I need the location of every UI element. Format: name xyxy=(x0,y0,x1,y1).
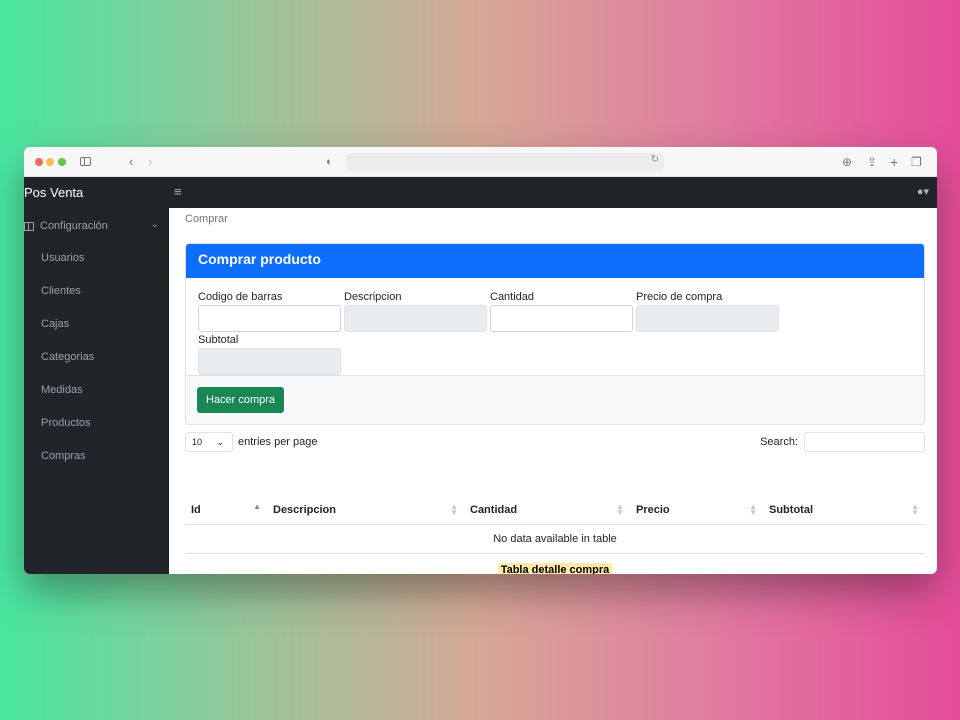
shield-icon: ◐ xyxy=(326,156,333,168)
sidebar-item-clientes[interactable]: Clientes xyxy=(24,275,169,308)
column-header-id[interactable]: Id ▲ xyxy=(185,496,267,525)
quantity-field-group: Cantidad xyxy=(490,290,633,332)
column-label: Cantidad xyxy=(470,503,518,516)
card-title: Comprar producto xyxy=(186,244,924,278)
sort-asc-icon: ▲ xyxy=(253,502,261,511)
sidebar-section-configuracion[interactable]: Configuración ⌄ xyxy=(24,217,169,235)
browser-window: ‹ › ◐ ↻ ⊕ ⇪ + ❐ Pos Venta ≡ ●▾ Configura… xyxy=(24,147,937,574)
empty-table-message: No data available in table xyxy=(185,524,925,554)
entries-value: 10 xyxy=(192,437,203,447)
table-caption-text: Tabla detalle compra xyxy=(497,562,613,574)
column-label: Descripcion xyxy=(273,503,336,516)
sort-icon: ▲ ▼ xyxy=(911,502,919,517)
card-footer: Hacer compra xyxy=(186,375,924,424)
user-menu-icon[interactable]: ●▾ xyxy=(917,185,929,198)
sidebar-item-categorias[interactable]: Categorias xyxy=(24,341,169,374)
quantity-input[interactable] xyxy=(490,305,633,332)
subtotal-input xyxy=(198,348,341,375)
back-icon[interactable]: ‹ xyxy=(129,153,133,171)
column-label: Subtotal xyxy=(769,503,813,516)
description-label: Descripcion xyxy=(344,291,402,303)
tabs-overview-icon[interactable]: ❐ xyxy=(911,153,922,171)
price-field-group: Precio de compra xyxy=(636,290,779,332)
search-label: Search: xyxy=(760,436,798,448)
sidebar-item-productos[interactable]: Productos xyxy=(24,407,169,440)
entries-label: entries per page xyxy=(238,436,318,448)
barcode-field-group: Codigo de barras xyxy=(198,290,341,332)
description-field-group: Descripcion xyxy=(344,290,487,332)
forward-icon[interactable]: › xyxy=(148,153,152,171)
browser-toolbar: ‹ › ◐ ↻ ⊕ ⇪ + ❐ xyxy=(24,147,937,177)
price-input xyxy=(636,305,779,332)
chevron-down-icon: ⌄ xyxy=(216,437,224,447)
new-tab-icon[interactable]: + xyxy=(890,153,898,171)
sidebar-item-compras[interactable]: Compras xyxy=(24,440,169,473)
quantity-label: Cantidad xyxy=(490,291,535,303)
maximize-window-button[interactable] xyxy=(58,158,66,166)
sort-icon: ▲ ▼ xyxy=(749,502,757,517)
chevron-down-icon: ⌄ xyxy=(150,219,159,230)
column-header-descripcion[interactable]: Descripcion ▲ ▼ xyxy=(267,496,464,525)
purchase-card: Comprar producto Codigo de barras Descri… xyxy=(185,243,925,425)
entries-per-page-select[interactable]: 10 ⌄ xyxy=(185,432,233,452)
top-navbar: Pos Venta ≡ ●▾ xyxy=(24,177,937,208)
hacer-compra-button[interactable]: Hacer compra xyxy=(197,387,284,413)
subtotal-field-group: Subtotal xyxy=(198,333,341,375)
close-window-button[interactable] xyxy=(35,158,43,166)
menu-toggle-icon[interactable]: ≡ xyxy=(174,184,182,199)
main-content: Comprar Comprar producto Codigo de barra… xyxy=(169,208,937,574)
table-icon xyxy=(24,221,34,231)
sort-icon: ▲ ▼ xyxy=(616,502,624,517)
barcode-label: Codigo de barras xyxy=(198,291,283,303)
brand-title[interactable]: Pos Venta xyxy=(24,185,169,200)
description-input xyxy=(344,305,487,332)
column-header-precio[interactable]: Precio ▲ ▼ xyxy=(630,496,763,525)
purchase-detail-table: Id ▲ Descripcion ▲▼ Cantidad ▲▼ Precio xyxy=(185,496,925,554)
column-label: Id xyxy=(191,503,201,516)
share-icon[interactable]: ⇪ xyxy=(867,153,877,171)
datatable-controls: 10 ⌄ entries per page Search: xyxy=(185,432,925,452)
sidebar-item-medidas[interactable]: Medidas xyxy=(24,374,169,407)
search-input[interactable] xyxy=(804,432,925,452)
breadcrumb: Comprar xyxy=(185,213,228,225)
download-icon[interactable]: ⊕ xyxy=(842,153,852,171)
reload-icon[interactable]: ↻ xyxy=(651,154,659,165)
sidebar-section-label: Configuración xyxy=(40,220,108,232)
column-header-cantidad[interactable]: Cantidad ▲ ▼ xyxy=(464,496,630,525)
sidebar: Configuración ⌄ Usuarios Clientes Cajas … xyxy=(24,208,169,574)
subtotal-label: Subtotal xyxy=(198,334,239,346)
address-bar[interactable]: ↻ xyxy=(346,153,664,171)
sort-icon: ▲ ▼ xyxy=(450,502,458,517)
sidebar-item-usuarios[interactable]: Usuarios xyxy=(24,242,169,275)
barcode-input[interactable] xyxy=(198,305,341,332)
sidebar-item-cajas[interactable]: Cajas xyxy=(24,308,169,341)
table-caption: Tabla detalle compra xyxy=(185,560,925,574)
column-label: Precio xyxy=(636,503,670,516)
minimize-window-button[interactable] xyxy=(46,158,54,166)
sidebar-toggle-icon[interactable] xyxy=(80,157,91,166)
column-header-subtotal[interactable]: Subtotal ▲ ▼ xyxy=(763,496,925,525)
price-label: Precio de compra xyxy=(636,291,723,303)
